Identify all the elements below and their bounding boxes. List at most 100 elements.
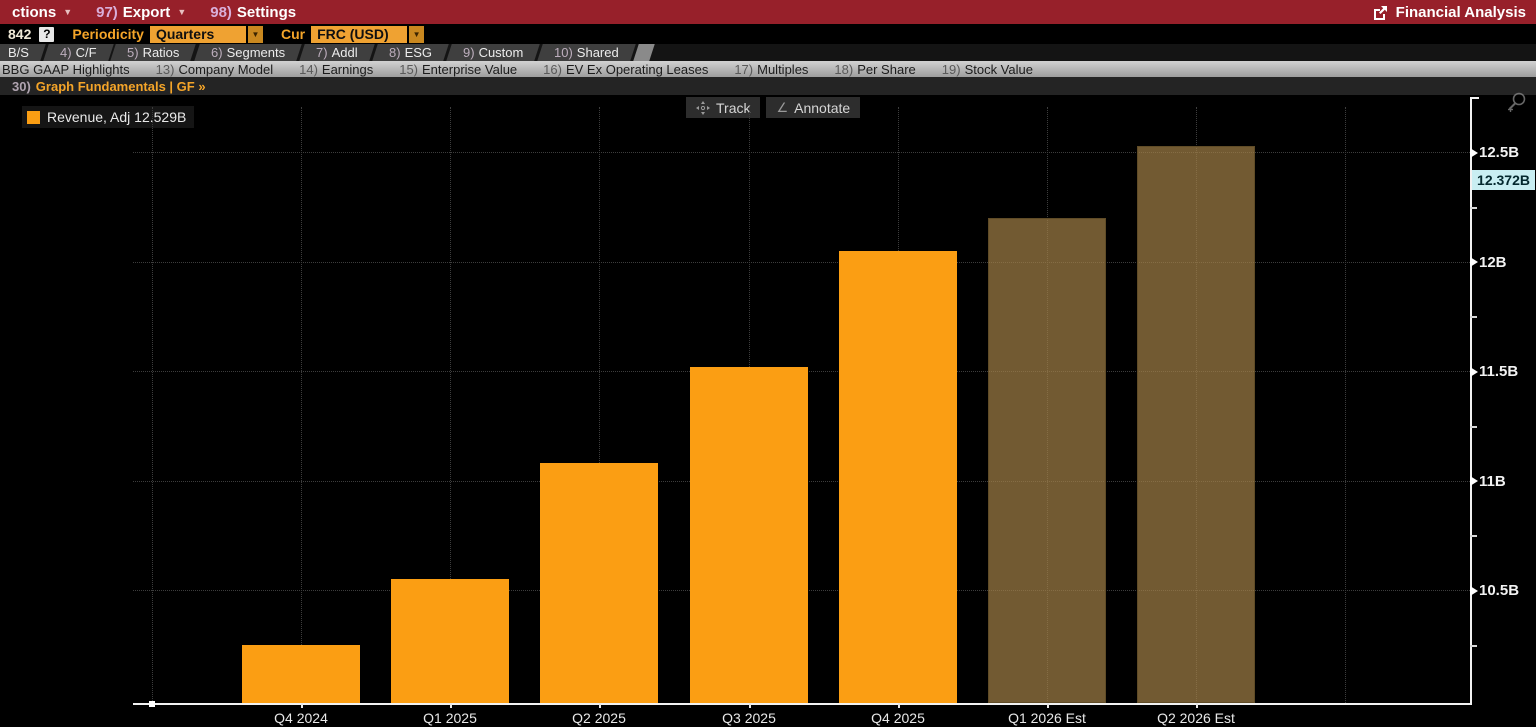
x-category-label: Q3 2025 [679,710,819,726]
toolbar: 842 ? Periodicity Quarters ▼ Cur FRC (US… [0,24,1536,44]
tab-addl[interactable]: 7)Addl [299,44,374,61]
tick-arrow-icon [1470,476,1478,486]
y-tick-major: 12.5B [1470,144,1519,161]
subtab-enterprise-value[interactable]: 15) Enterprise Value [386,62,530,77]
x-category-label: Q1 2026 Est [977,710,1117,726]
tick-arrow-icon [1470,148,1478,158]
settings-label: Settings [237,4,296,21]
app-title-area: Financial Analysis [1373,4,1536,21]
y-tick-label: 12.5B [1479,144,1519,161]
periodicity-label: Periodicity [72,26,144,42]
subtab-ev-ex-operating-leases[interactable]: 16) EV Ex Operating Leases [530,62,721,77]
x-tick [1196,703,1198,708]
subtab-fkey: 15) [399,62,418,77]
app-title: Financial Analysis [1396,4,1526,21]
subtab-multiples[interactable]: 17)Multiples [721,62,821,77]
subtab-fkey: 16) [543,62,562,77]
bar-q4-2024[interactable] [242,645,360,703]
export-menu[interactable]: 97) Export ▼ [84,0,198,24]
chevron-down-icon: ▼ [63,7,72,17]
v-gridline [301,107,302,703]
bar-q2-2025[interactable] [540,463,658,703]
command-bar: ctions ▼ 97) Export ▼ 98) Settings Finan… [0,0,1536,24]
bar-q4-2025[interactable] [839,251,957,703]
tab-fkey: 7) [316,45,328,60]
subtab-company-model[interactable]: 13)Company Model [143,62,286,77]
tab-label: B/S [8,45,29,60]
subtab-label: BBG GAAP Highlights [2,62,130,77]
tab-b-s[interactable]: B/S [0,44,46,61]
tick-arrow-icon [1470,257,1478,267]
settings-fkey: 98) [210,4,232,21]
subtab-fkey: 19) [942,62,961,77]
tab-fkey: 5) [127,45,139,60]
y-tick-label: 11B [1479,473,1506,490]
y-tick-major: 12B [1470,254,1507,271]
subtab-label: Enterprise Value [422,62,517,77]
subtab-label: Per Share [857,62,916,77]
tab-esg[interactable]: 8)ESG [372,44,449,61]
tab-label: Custom [478,45,523,60]
export-fkey: 97) [96,4,118,21]
gf-fkey: 30) [12,79,31,94]
export-label: Export [123,4,171,21]
tab-fkey: 8) [389,45,401,60]
bar-q2-2026-est[interactable] [1137,146,1255,703]
tab-segments[interactable]: 6)Segments [194,44,302,61]
tick-arrow-icon [1470,367,1478,377]
graph-fundamentals-bar[interactable]: 30) Graph Fundamentals | GF » [0,77,1536,95]
bar-q1-2026-est[interactable] [988,218,1106,703]
subtab-fkey: 14) [299,62,318,77]
x-category-label: Q2 2026 Est [1126,710,1266,726]
subtab-fkey: 17) [734,62,753,77]
tab-ratios[interactable]: 5) Ratios [111,44,197,61]
y-tick-minor [1470,535,1477,537]
subtab-bbg-gaap-highlights[interactable]: BBG GAAP Highlights [0,62,143,77]
x-tick [1047,703,1049,708]
subtab-label: EV Ex Operating Leases [566,62,708,77]
y-tick-minor [1470,645,1477,647]
external-link-icon[interactable] [1373,5,1388,20]
periodicity-select[interactable]: Quarters ▼ [150,26,263,43]
settings-menu[interactable]: 98) Settings [198,0,308,24]
y-tick-label: 10.5B [1479,582,1519,599]
chevron-down-icon[interactable]: ▼ [409,26,424,43]
y-tick-major: 11.5B [1470,363,1518,380]
bar-q1-2025[interactable] [391,579,509,703]
y-axis-top-cap [1470,97,1479,99]
subtab-earnings[interactable]: 14)Earnings [286,62,386,77]
tab-strip-endcap [633,44,655,61]
actions-menu[interactable]: ctions ▼ [0,0,84,24]
chevron-down-icon[interactable]: ▼ [248,26,263,43]
subtab-fkey: 13) [156,62,175,77]
currency-select[interactable]: FRC (USD) ▼ [311,26,424,43]
main-tab-strip: B/S4)C/F5)Ratios6)Segments7)Addl8)ESG9)C… [0,44,1536,61]
tab-label: ESG [404,45,431,60]
ticket-number: 842 [8,26,31,42]
subtab-label: Stock Value [965,62,1033,77]
x-tick [301,703,303,708]
revenue-chart: Revenue, Adj 12.529B Track ∠ Annotate 12… [0,95,1536,727]
x-tick [749,703,751,708]
subtab-label: Company Model [178,62,273,77]
x-tick [898,703,900,708]
currency-value: FRC (USD) [311,26,407,43]
y-tick-minor [1470,426,1477,428]
tab-shared[interactable]: 10)Shared [537,44,635,61]
bar-q3-2025[interactable] [690,367,808,703]
tick-arrow-icon [1470,586,1478,596]
help-button[interactable]: ? [39,27,54,42]
tab-fkey: 10) [554,45,573,60]
x-category-label: Q4 2024 [231,710,371,726]
tab-label: Ratios [143,45,180,60]
tab-fkey: 6) [211,45,223,60]
chevron-down-icon: ▼ [177,7,186,17]
gf-label: Graph Fundamentals | GF » [36,79,206,94]
tab-c-f[interactable]: 4)C/F [43,44,113,61]
subtab-stock-value[interactable]: 19) Stock Value [929,62,1046,77]
subtab-fkey: 18) [834,62,853,77]
subtab-per-share[interactable]: 18) Per Share [821,62,928,77]
v-gridline [152,107,153,703]
plot-area: 12.5B12B11.5B11B10.5B12.372BQ4 2024Q1 20… [0,95,1536,727]
tab-custom[interactable]: 9)Custom [446,44,540,61]
